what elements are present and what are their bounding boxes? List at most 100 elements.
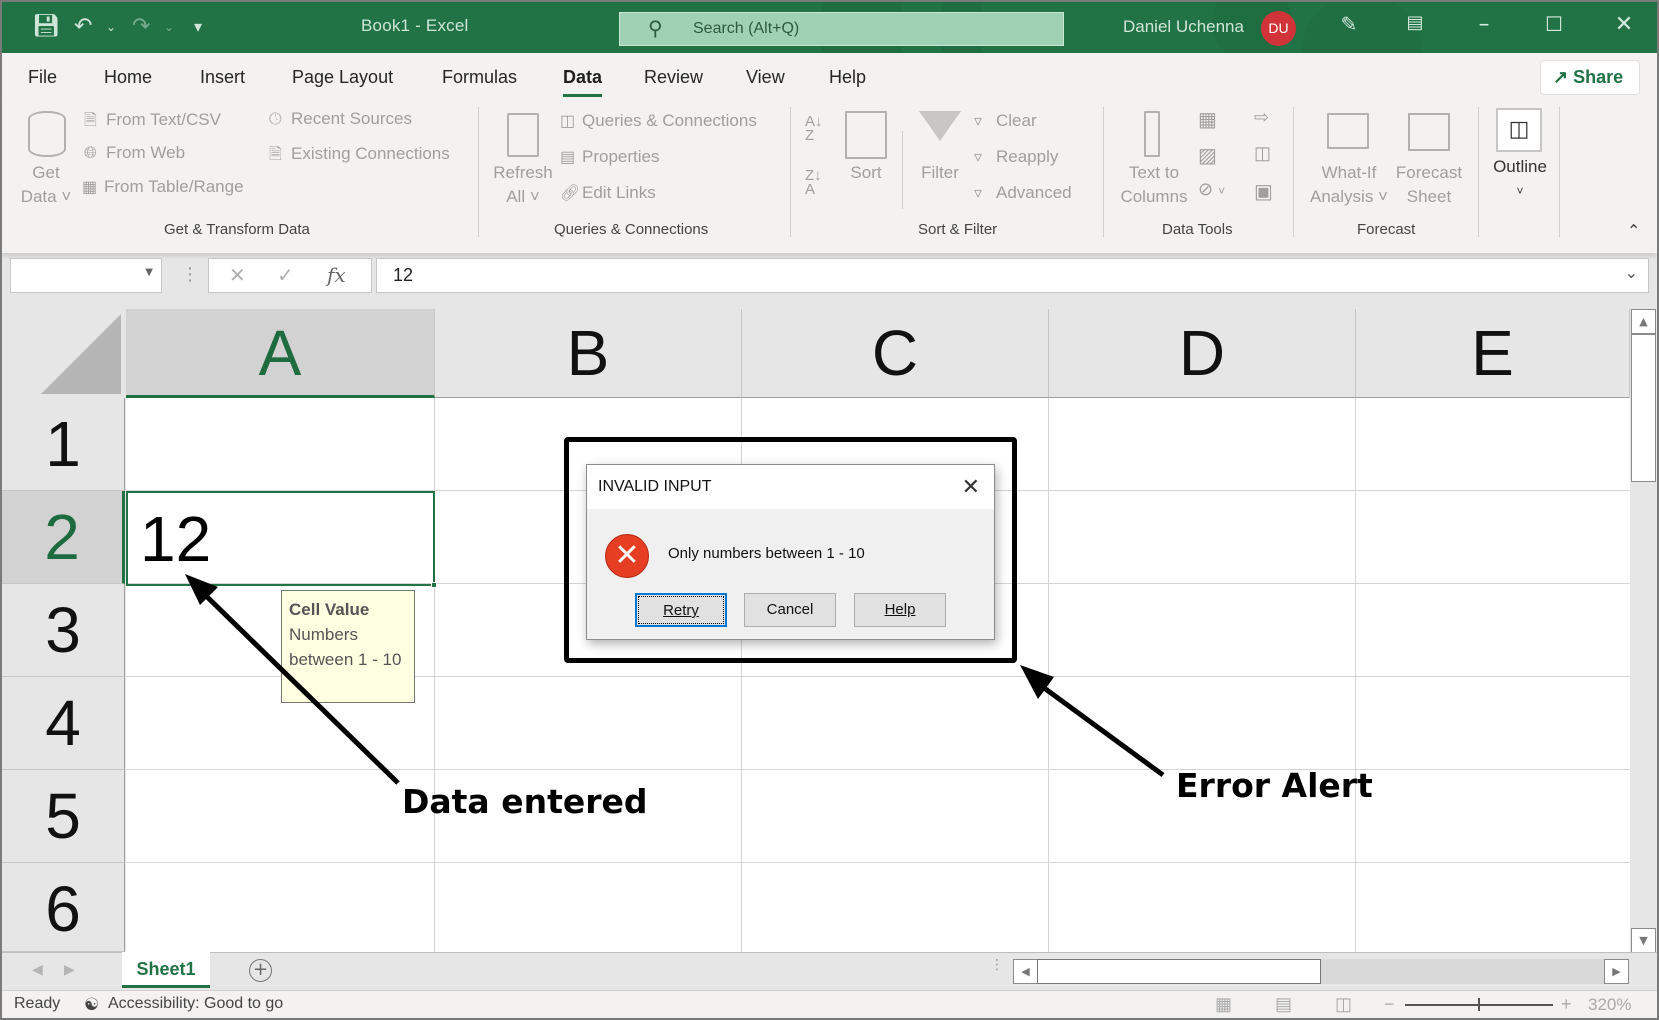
select-all-button[interactable] xyxy=(2,309,125,398)
normal-view-icon[interactable]: ▦ xyxy=(1215,994,1232,1015)
previous-sheet-icon[interactable]: ◀ xyxy=(32,962,43,978)
name-box[interactable]: ▼ xyxy=(10,258,162,293)
insert-function-icon[interactable]: fx xyxy=(327,263,346,287)
page-break-view-icon[interactable]: ◫ xyxy=(1335,994,1352,1015)
coauthoring-icon[interactable]: ✎ xyxy=(1329,12,1369,36)
row-header-2[interactable]: 2 xyxy=(2,491,125,584)
filter-button[interactable]: Filter xyxy=(914,161,966,185)
sort-button[interactable]: Sort xyxy=(840,161,892,185)
zoom-slider-knob[interactable] xyxy=(1478,998,1480,1011)
tab-splitter[interactable]: ⋮ xyxy=(990,958,1004,972)
from-web-button[interactable]: 🌐︎ From Web xyxy=(84,143,185,163)
cancel-button[interactable]: Cancel xyxy=(744,593,836,627)
sort-z-a-button[interactable]: Z↓ A xyxy=(805,168,822,197)
column-header-c[interactable]: C xyxy=(742,309,1049,398)
column-header-b[interactable]: B xyxy=(435,309,742,398)
clear-filter-button[interactable]: ▿ Clear xyxy=(974,111,1037,131)
consolidate-button[interactable]: ⇨ xyxy=(1254,107,1269,128)
user-avatar[interactable]: DU xyxy=(1261,11,1296,46)
row-header-5[interactable]: 5 xyxy=(2,770,125,863)
get-data-button[interactable]: Get Data ˅ xyxy=(16,161,76,209)
vertical-scroll-thumb[interactable] xyxy=(1631,334,1656,482)
confirm-entry-icon[interactable]: ✓ xyxy=(277,263,294,287)
customize-qat-icon[interactable]: ▾ xyxy=(194,14,202,40)
name-box-dropdown-icon[interactable]: ▼ xyxy=(145,267,153,278)
close-icon[interactable]: ✕ xyxy=(1604,12,1644,37)
redo-dropdown-icon[interactable]: ⌄ xyxy=(164,14,174,40)
new-sheet-icon[interactable]: + xyxy=(249,959,272,982)
zoom-in-icon[interactable]: + xyxy=(1561,994,1572,1015)
scroll-up-button[interactable]: ▲ xyxy=(1631,309,1656,334)
row-header-1[interactable]: 1 xyxy=(2,398,125,491)
tab-review[interactable]: Review xyxy=(644,67,703,88)
tab-formulas[interactable]: Formulas xyxy=(442,67,517,88)
vertical-scrollbar[interactable]: ▲ ▼ xyxy=(1630,309,1657,954)
what-if-analysis-button[interactable]: What-If Analysis ˅ xyxy=(1302,161,1396,209)
row-header-6[interactable]: 6 xyxy=(2,863,125,952)
tab-insert[interactable]: Insert xyxy=(200,67,245,88)
scroll-left-button[interactable]: ◀ xyxy=(1013,959,1038,984)
tab-home[interactable]: Home xyxy=(104,67,152,88)
sheet-tab-sheet1[interactable]: Sheet1 xyxy=(122,952,210,988)
column-header-e[interactable]: E xyxy=(1356,309,1630,398)
row-header-3[interactable]: 3 xyxy=(2,584,125,677)
forecast-sheet-button[interactable]: Forecast Sheet xyxy=(1392,161,1466,209)
edit-links-button[interactable]: 🔗︎Edit Links xyxy=(560,183,656,203)
sort-a-z-button[interactable]: A↓ Z xyxy=(805,114,823,143)
collapse-ribbon-icon[interactable]: ⌃ xyxy=(1627,221,1640,240)
data-model-button[interactable]: ▣ xyxy=(1254,179,1273,204)
expand-formula-bar-icon[interactable]: ⌄ xyxy=(1625,263,1638,283)
column-header-a[interactable]: A xyxy=(126,309,435,398)
redo-icon[interactable]: ↷ xyxy=(132,14,150,40)
from-text-csv-button[interactable]: 🗎︎ From Text/CSV xyxy=(84,109,221,136)
column-header-d[interactable]: D xyxy=(1049,309,1356,398)
accessibility-status[interactable]: Accessibility: Good to go xyxy=(108,995,283,1013)
horizontal-scrollbar[interactable]: ◀ ▶ xyxy=(1013,959,1629,984)
share-button[interactable]: ↗ Share xyxy=(1540,60,1640,95)
formula-input[interactable]: 12 ⌄ xyxy=(376,258,1649,293)
properties-button[interactable]: ▤ Properties xyxy=(560,147,659,167)
search-box[interactable]: ⚲ Search (Alt+Q) xyxy=(619,12,1064,46)
flash-fill-button[interactable]: ▦ xyxy=(1198,107,1217,132)
scroll-down-button[interactable]: ▼ xyxy=(1631,928,1656,953)
ribbon-display-icon[interactable]: ▤ xyxy=(1395,12,1435,33)
accessibility-icon[interactable]: ☯ xyxy=(84,995,99,1015)
tab-page-layout[interactable]: Page Layout xyxy=(292,67,393,88)
formula-bar-splitter[interactable]: ⋮ xyxy=(181,264,199,285)
save-icon[interactable]: 💾︎ xyxy=(32,14,60,40)
zoom-out-icon[interactable]: − xyxy=(1384,994,1395,1015)
retry-button[interactable]: Retry xyxy=(635,593,727,627)
help-button[interactable]: Help xyxy=(854,593,946,627)
row-header-4[interactable]: 4 xyxy=(2,677,125,770)
tab-data[interactable]: Data xyxy=(563,67,603,97)
cancel-entry-icon[interactable]: ✕ xyxy=(229,263,246,287)
scroll-right-button[interactable]: ▶ xyxy=(1604,959,1629,984)
undo-dropdown-icon[interactable]: ⌄ xyxy=(106,14,116,40)
undo-icon[interactable]: ↶ xyxy=(74,14,92,40)
user-name[interactable]: Daniel Uchenna xyxy=(1123,17,1244,37)
minimize-icon[interactable]: – xyxy=(1464,12,1504,37)
refresh-all-button[interactable]: Refresh All ˅ xyxy=(490,161,556,209)
horizontal-scroll-thumb[interactable] xyxy=(1037,959,1321,984)
fill-handle[interactable] xyxy=(431,582,437,588)
active-cell-a2[interactable]: 12 xyxy=(126,491,437,588)
zoom-level[interactable]: 320% xyxy=(1588,995,1631,1015)
existing-connections-button[interactable]: 🗎︎ Existing Connections xyxy=(269,143,450,170)
maximize-icon[interactable]: ☐ xyxy=(1534,12,1574,36)
outline-button[interactable]: Outline ˅ xyxy=(1484,155,1556,203)
from-table-range-button[interactable]: ▦ From Table/Range xyxy=(82,177,244,197)
data-validation-button[interactable]: ⊘ ˅ xyxy=(1198,179,1225,200)
tab-help[interactable]: Help xyxy=(829,67,866,88)
text-to-columns-button[interactable]: Text to Columns xyxy=(1114,161,1194,209)
recent-sources-button[interactable]: 🕓︎ Recent Sources xyxy=(269,109,412,129)
reapply-button[interactable]: ▿ Reapply xyxy=(974,147,1058,167)
relationships-button[interactable]: ◫ xyxy=(1254,143,1271,164)
advanced-filter-button[interactable]: ▿ Advanced xyxy=(974,183,1072,203)
dialog-close-icon[interactable]: ✕ xyxy=(962,474,980,500)
next-sheet-icon[interactable]: ▶ xyxy=(64,962,75,978)
tab-view[interactable]: View xyxy=(746,67,785,88)
tab-file[interactable]: File xyxy=(28,67,57,88)
queries-connections-button[interactable]: ◫ Queries & Connections xyxy=(560,111,757,131)
remove-duplicates-button[interactable]: ▨ xyxy=(1198,143,1217,168)
page-layout-view-icon[interactable]: ▤ xyxy=(1275,994,1292,1015)
